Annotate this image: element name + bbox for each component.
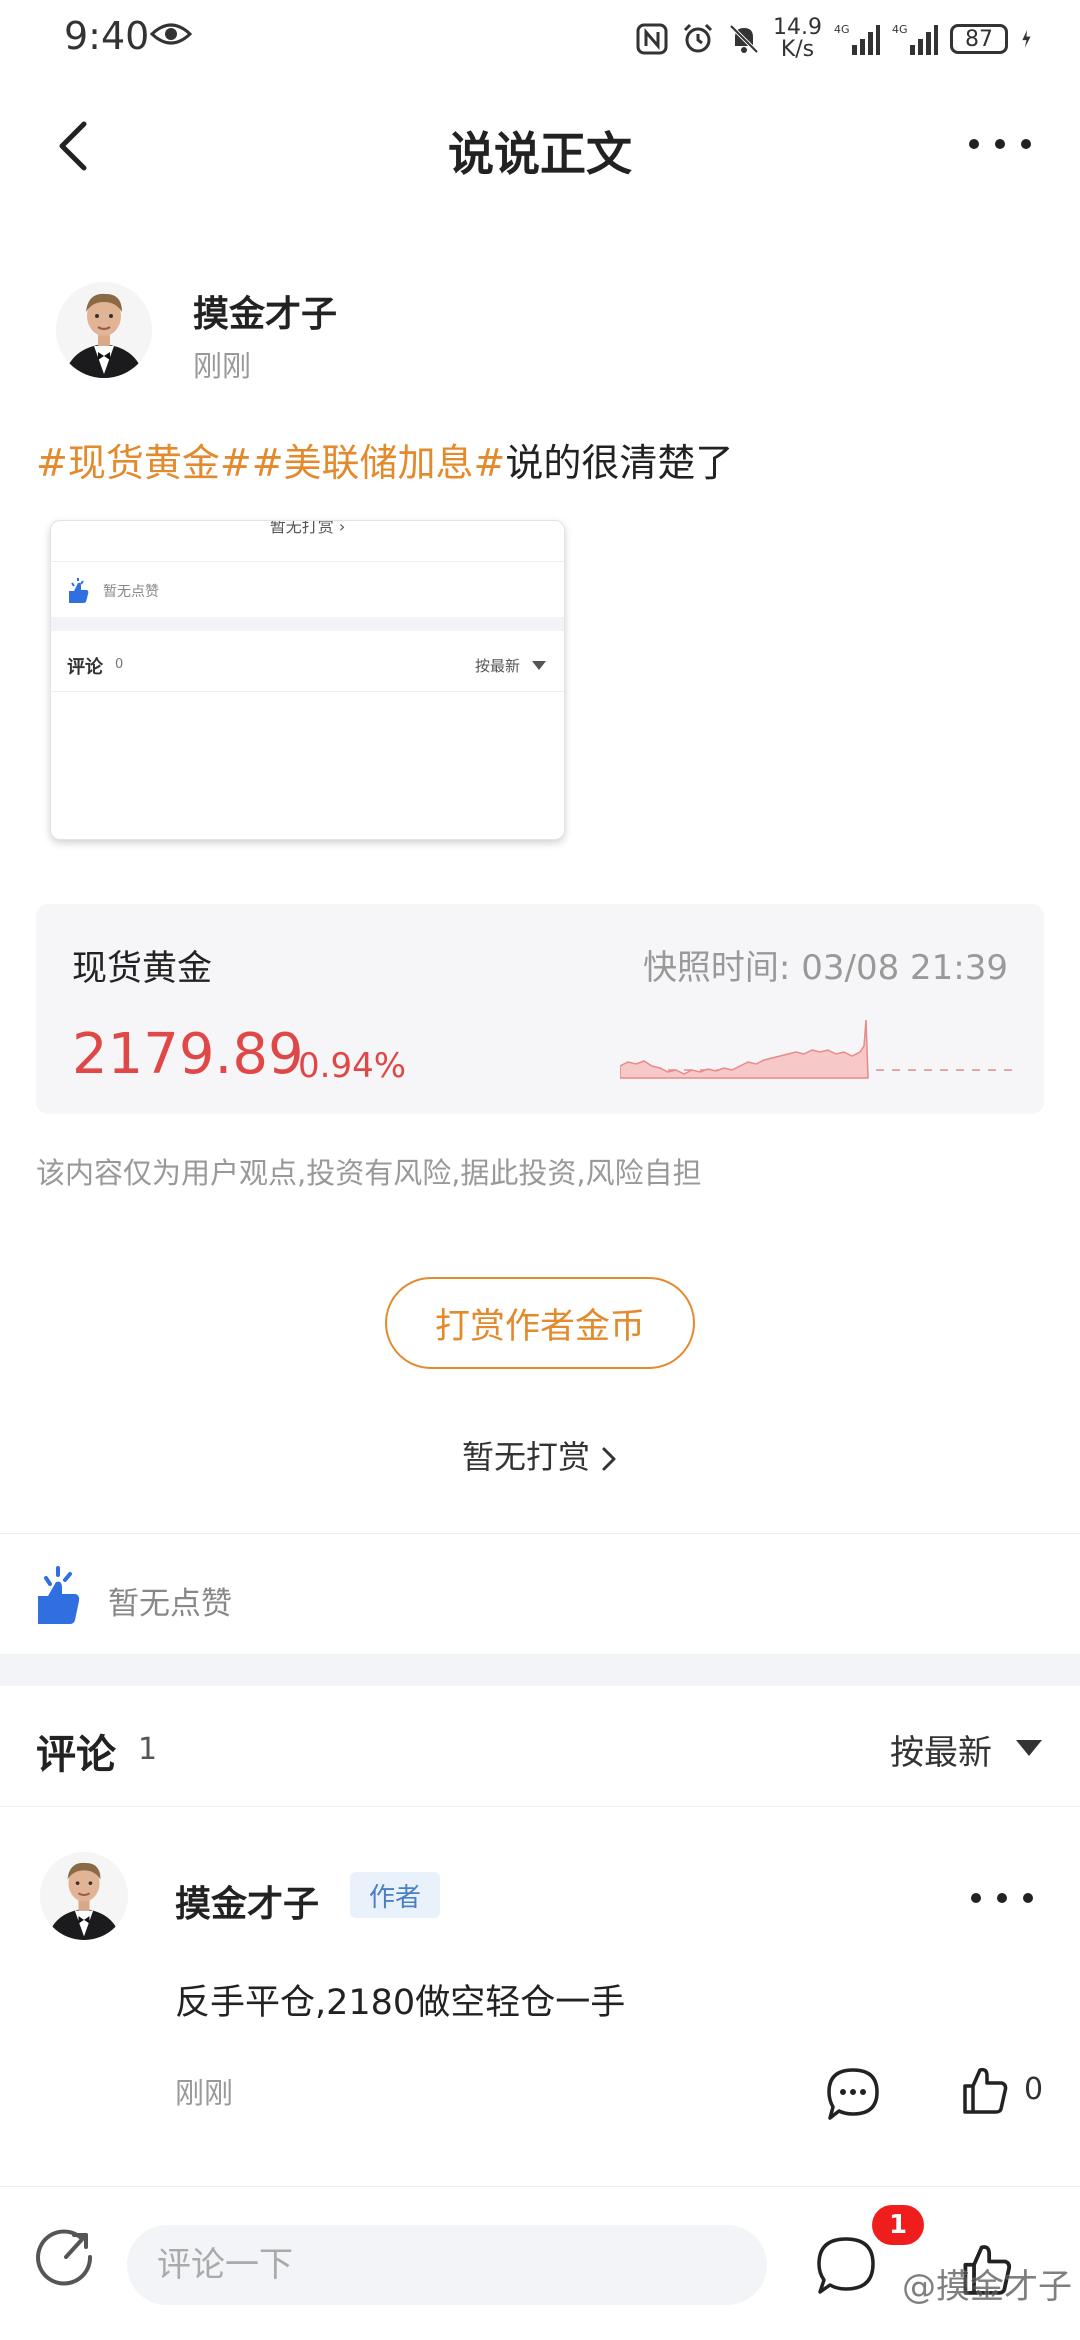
author-name[interactable]: 摸金才子: [193, 285, 337, 337]
battery-indicator: 87: [950, 24, 1008, 54]
image-comment-label: 评论: [67, 657, 103, 678]
post-text: 说的很清楚了: [505, 441, 734, 485]
status-time: 9:40: [64, 14, 150, 58]
svg-text:4G: 4G: [892, 23, 908, 36]
no-likes-label: 暂无点赞: [108, 1586, 232, 1622]
like-hand-icon: [38, 1566, 80, 1624]
comments-count: 1: [138, 1732, 158, 1767]
comments-title: 评论: [36, 1732, 116, 1778]
network-speed: 14.9 K/s: [773, 15, 822, 62]
comment-author[interactable]: 摸金才子: [175, 1875, 319, 1927]
more-options-icon[interactable]: [962, 124, 1038, 164]
reward-author-button[interactable]: 打赏作者金币: [385, 1277, 695, 1369]
signal-icon: 4G: [834, 23, 880, 55]
comments-icon[interactable]: [815, 2235, 877, 2297]
mute-icon: [729, 24, 759, 54]
comment-time: 刚刚: [175, 2076, 234, 2110]
quote-change: 0.94%: [298, 1046, 407, 1086]
comment-count-badge: 1: [872, 2205, 924, 2245]
hashtag-fed-rate-hike[interactable]: #美联储加息#: [252, 441, 506, 485]
image-divider: [51, 561, 564, 562]
quote-sparkline: [620, 1019, 1012, 1079]
comment-text: 反手平仓,2180做空轻仓一手: [175, 1983, 626, 2023]
image-no-reward-text: 暂无打赏 ›: [269, 520, 346, 536]
no-reward-label: 暂无打赏: [461, 1438, 590, 1476]
image-comment-count: 0: [115, 657, 124, 672]
charging-icon: [1022, 30, 1031, 48]
hashtag-spot-gold[interactable]: #现货黄金#: [36, 441, 252, 485]
comment-avatar[interactable]: [40, 1852, 128, 1940]
section-separator: [0, 1654, 1080, 1686]
signal-icon-2: 4G: [892, 23, 938, 55]
image-band: [51, 617, 564, 631]
share-icon[interactable]: [36, 2227, 96, 2287]
divider: [0, 1533, 1080, 1534]
image-sort-label: 按最新: [474, 657, 520, 675]
watermark: @摸金才子: [902, 2267, 1072, 2307]
status-bar: 9:40 14.9 K/s 4G 4G 87: [0, 0, 1080, 76]
post-time: 刚刚: [193, 349, 252, 383]
bottom-bar: 1 @摸金才子: [0, 2186, 1080, 2340]
reply-icon[interactable]: [825, 2066, 881, 2122]
quote-name: 现货黄金: [72, 949, 213, 989]
nfc-icon: [636, 23, 668, 55]
chevron-right-icon: [602, 1447, 616, 1471]
image-divider-2: [51, 691, 564, 692]
svg-text:4G: 4G: [834, 23, 850, 36]
post-content: #现货黄金##美联储加息#说的很清楚了: [36, 432, 733, 487]
image-like-icon: [69, 578, 89, 603]
page-title: 说说正文: [448, 127, 632, 181]
alarm-icon: [683, 23, 713, 53]
sort-caret-icon[interactable]: [1014, 1738, 1044, 1758]
risk-disclaimer: 该内容仅为用户观点,投资有风险,据此投资,风险自担: [36, 1156, 702, 1190]
author-badge: 作者: [350, 1872, 440, 1918]
author-avatar[interactable]: [56, 282, 152, 378]
comment-input[interactable]: [127, 2225, 767, 2305]
image-caret-icon: [532, 661, 546, 670]
eye-icon: [150, 23, 192, 45]
quote-card[interactable]: 现货黄金 快照时间: 03/08 21:39 2179.89 0.94%: [36, 904, 1044, 1114]
image-like-text: 暂无点赞: [103, 584, 159, 600]
no-reward-link[interactable]: 暂无打赏: [0, 1432, 1080, 1478]
comment-like-count: 0: [1024, 2072, 1044, 2107]
divider: [0, 1806, 1080, 1807]
quote-snapshot-time: 快照时间: 03/08 21:39: [642, 948, 1008, 988]
comments-sort[interactable]: 按最新: [890, 1725, 992, 1774]
nav-bar: 说说正文: [0, 100, 1080, 190]
post-image[interactable]: 暂无打赏 › 暂无点赞 评论 0 按最新: [50, 520, 565, 840]
comment-like-icon[interactable]: [962, 2064, 1008, 2114]
comment-more-icon[interactable]: [964, 1880, 1040, 1916]
quote-price: 2179.89: [72, 1022, 304, 1087]
